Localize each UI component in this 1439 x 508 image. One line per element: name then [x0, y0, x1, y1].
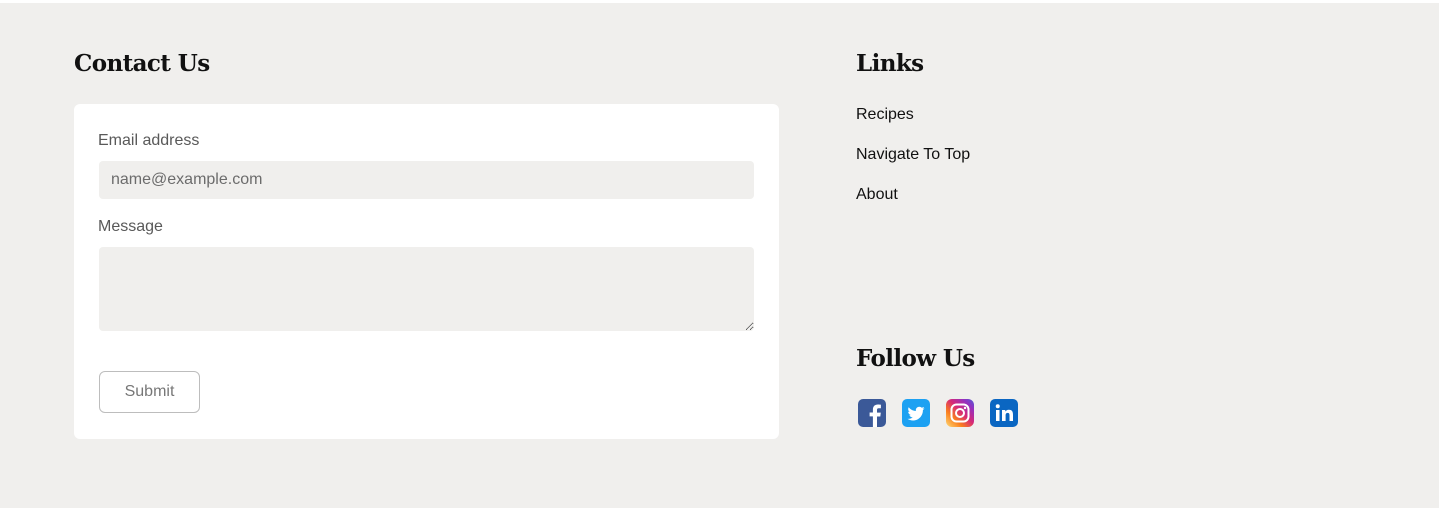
list-item: Navigate To Top [856, 146, 970, 186]
follow-heading: Follow Us [856, 345, 975, 372]
twitter-icon [902, 399, 930, 427]
list-item: Recipes [856, 106, 970, 146]
contact-form-card: Email address Message Submit [74, 104, 779, 439]
links-heading: Links [856, 50, 924, 77]
message-textarea[interactable] [99, 247, 754, 331]
link-navigate-to-top[interactable]: Navigate To Top [856, 146, 970, 163]
linkedin-link[interactable] [990, 399, 1018, 427]
linkedin-icon [990, 399, 1018, 427]
facebook-link[interactable] [858, 399, 886, 427]
facebook-icon [858, 399, 886, 427]
link-about[interactable]: About [856, 186, 898, 203]
links-list: Recipes Navigate To Top About [856, 106, 970, 226]
contact-heading: Contact Us [74, 50, 210, 77]
social-links [858, 399, 1018, 427]
link-recipes[interactable]: Recipes [856, 106, 914, 123]
top-divider [0, 0, 1439, 3]
instagram-icon [946, 399, 974, 427]
list-item: About [856, 186, 970, 226]
message-label: Message [98, 218, 163, 235]
submit-button[interactable]: Submit [99, 371, 200, 413]
twitter-link[interactable] [902, 399, 930, 427]
instagram-link[interactable] [946, 399, 974, 427]
email-label: Email address [98, 132, 200, 149]
email-input[interactable] [99, 161, 754, 199]
